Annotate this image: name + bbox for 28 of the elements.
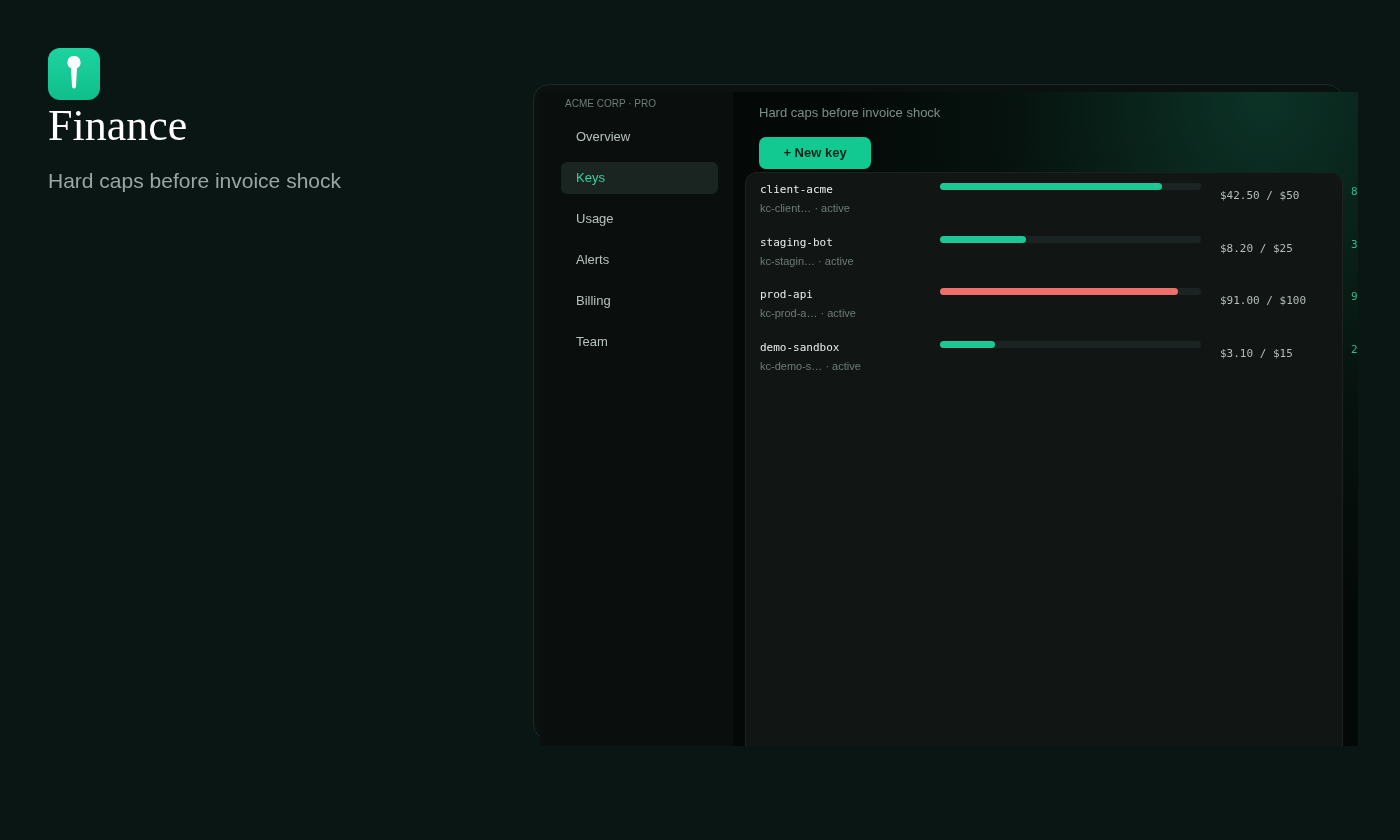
usage-value: 8 xyxy=(1351,184,1358,200)
nav-item[interactable]: Alerts xyxy=(561,244,718,276)
key-name: client-acme xyxy=(760,182,833,198)
spend-amount: $91.00 / $100 xyxy=(1220,293,1307,309)
spend-amount: $42.50 / $50 xyxy=(1220,188,1300,204)
nav-item[interactable]: Overview xyxy=(561,121,718,153)
key-meta: kc-stagin… · active xyxy=(760,253,854,268)
usage-value: 3 xyxy=(1351,236,1358,253)
usage-value: 2 xyxy=(1351,341,1358,358)
nav-item[interactable]: Billing xyxy=(561,285,718,317)
nav-item[interactable]: Usage xyxy=(561,203,718,235)
key-meta: kc-client… · active xyxy=(760,201,850,215)
spend-amount: $8.20 / $25 xyxy=(1220,240,1293,257)
app-title: Finance xyxy=(48,101,188,151)
nav-item[interactable]: Team xyxy=(561,326,718,358)
pin-icon xyxy=(48,48,100,100)
key-name: demo-sandbox xyxy=(760,339,840,356)
org-label: ACME CORP · PRO xyxy=(565,98,656,110)
key-name: prod-api xyxy=(760,287,813,303)
new-key-button[interactable]: + New key xyxy=(759,137,871,169)
key-name: staging-bot xyxy=(760,234,833,251)
key-meta: kc-demo-s… · active xyxy=(760,358,861,373)
key-meta: kc-prod-a… · active xyxy=(760,306,856,320)
usage-value: 9 xyxy=(1351,289,1358,305)
spend-amount: $3.10 / $15 xyxy=(1220,345,1293,362)
page-subtitle: Hard caps before invoice shock xyxy=(759,105,941,121)
nav-item[interactable]: Keys xyxy=(561,162,718,194)
tagline: Hard caps before invoice shock xyxy=(48,168,341,194)
